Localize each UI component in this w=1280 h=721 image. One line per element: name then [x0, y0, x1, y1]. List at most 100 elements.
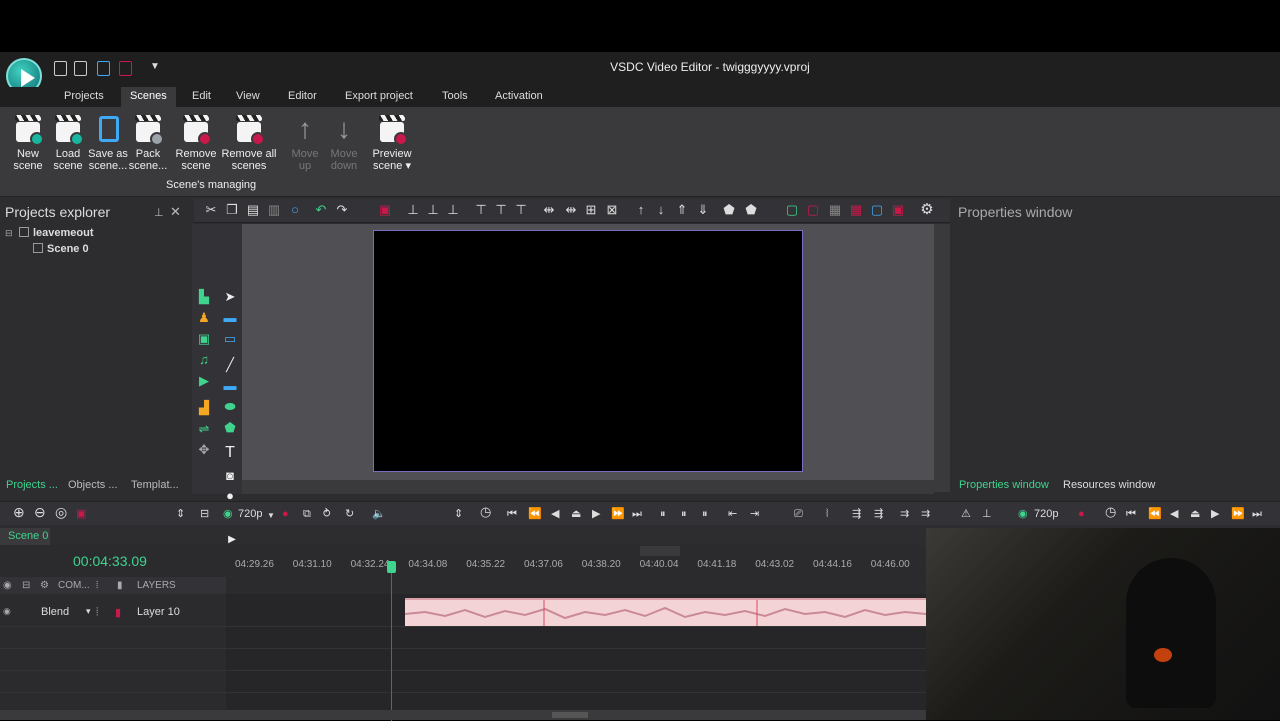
- grid-icon[interactable]: ▦: [828, 203, 842, 217]
- pointer-icon[interactable]: ➤: [223, 290, 237, 304]
- align-bottom-icon[interactable]: ⊤: [514, 203, 528, 217]
- timeline-horizontal-scrollbar[interactable]: [0, 710, 926, 720]
- rotate-icon[interactable]: ↻: [345, 508, 354, 520]
- go-start-icon-2[interactable]: ⏮: [1126, 508, 1136, 520]
- pack-scene-button[interactable]: Pack scene...: [128, 114, 168, 172]
- select-all-icon[interactable]: ▣: [378, 203, 392, 217]
- distribute-v-icon[interactable]: ⇹: [564, 203, 578, 217]
- loop-icon[interactable]: ⥁: [323, 508, 331, 520]
- fit-icon[interactable]: ⊞: [584, 203, 598, 217]
- guides-icon[interactable]: ▢: [806, 203, 820, 217]
- rectangle-select-icon[interactable]: ▬: [223, 311, 237, 325]
- redo-icon[interactable]: ↷: [335, 203, 349, 217]
- marker-in-icon[interactable]: ⏸: [660, 508, 666, 520]
- markers-icon[interactable]: ▣: [891, 203, 905, 217]
- snap-icon[interactable]: ⇉: [900, 508, 909, 520]
- remove-icon[interactable]: ⊖: [34, 505, 46, 519]
- paste-icon[interactable]: ▤: [246, 203, 260, 217]
- tree-item-project[interactable]: leavemeout: [33, 227, 94, 239]
- collapse-icon[interactable]: ⊟: [5, 228, 13, 239]
- record-icon-2[interactable]: ●: [1078, 508, 1085, 520]
- stamp-icon[interactable]: ⊥: [982, 508, 992, 520]
- preview-mode-icon[interactable]: ⊟: [200, 508, 209, 520]
- menu-export-project[interactable]: Export project: [343, 90, 415, 102]
- stop-icon[interactable]: ⏏: [571, 508, 581, 520]
- remove-all-scenes-button[interactable]: Remove all scenes: [220, 114, 278, 172]
- toolbar-expand-icon-2[interactable]: ⇕: [454, 508, 463, 520]
- undo-icon[interactable]: ↶: [314, 203, 328, 217]
- chart-icon[interactable]: ▙: [197, 290, 211, 304]
- new-scene-button[interactable]: New scene: [8, 114, 48, 172]
- resolution-select-2[interactable]: 720p: [1034, 508, 1058, 520]
- playhead-line[interactable]: [391, 563, 392, 721]
- add-icon[interactable]: ⊕: [13, 505, 25, 519]
- rectangle-icon[interactable]: ▬: [223, 379, 237, 393]
- tab-resources[interactable]: Resources window: [1063, 479, 1155, 491]
- clock-icon[interactable]: ◷: [480, 505, 491, 518]
- move-down-button[interactable]: ↓ Move down: [326, 114, 362, 173]
- save-scene-button[interactable]: Save as scene...: [86, 114, 130, 172]
- effects-icon[interactable]: ⇌: [197, 422, 211, 436]
- scroll-thumb[interactable]: [552, 712, 588, 718]
- go-end-icon-2[interactable]: ⏭: [1252, 508, 1262, 520]
- next-marker-icon[interactable]: ⇥: [750, 508, 759, 520]
- layer-icon[interactable]: ▭: [223, 332, 237, 346]
- menu-projects[interactable]: Projects: [62, 90, 106, 102]
- volume-icon[interactable]: 🔈: [372, 508, 386, 520]
- audio-icon[interactable]: ♫: [197, 353, 211, 367]
- align-left-icon[interactable]: ⊥: [406, 203, 420, 217]
- layout-icon[interactable]: ⇉: [921, 508, 930, 520]
- record-icon[interactable]: ▣: [76, 508, 86, 520]
- tab-scene-0[interactable]: Scene 0: [0, 528, 50, 545]
- shapes-icon[interactable]: ⬟: [722, 203, 736, 217]
- tab-properties[interactable]: Properties window: [959, 479, 1049, 491]
- settings-icon-header[interactable]: ⚙: [40, 580, 49, 591]
- grid-snap-icon[interactable]: ▢: [785, 203, 799, 217]
- send-to-back-icon[interactable]: ⇓: [696, 203, 710, 217]
- bring-to-front-icon[interactable]: ⇑: [675, 203, 689, 217]
- pin-icon[interactable]: ⊥: [154, 206, 164, 219]
- toolbar-expand-icon[interactable]: ⇕: [176, 508, 185, 520]
- border-icon[interactable]: ▢: [870, 203, 884, 217]
- eye-icon[interactable]: ◉: [223, 508, 233, 520]
- freeform-icon[interactable]: ⬟: [223, 421, 237, 435]
- waveform-icon[interactable]: ⦙: [96, 580, 98, 591]
- cut-icon[interactable]: ✂: [204, 203, 218, 217]
- stretch-icon[interactable]: ⊠: [605, 203, 619, 217]
- close-icon[interactable]: ✕: [170, 204, 181, 220]
- timeline-zoom-icon[interactable]: ⦚: [826, 508, 828, 520]
- image-icon[interactable]: ▣: [197, 332, 211, 346]
- layer-type-icon[interactable]: ▮: [117, 580, 123, 591]
- distribute-h-icon[interactable]: ⇹: [542, 203, 556, 217]
- scene-preview[interactable]: [373, 230, 803, 472]
- remove-scene-button[interactable]: Remove scene: [174, 114, 218, 172]
- menu-edit[interactable]: Edit: [190, 90, 213, 102]
- stop-icon-2[interactable]: ⏏: [1190, 508, 1200, 520]
- layer-color-icon[interactable]: ▮: [115, 606, 121, 619]
- distribute-timeline-icon[interactable]: ⇶: [874, 508, 883, 520]
- snapshot-icon[interactable]: ⎚: [794, 508, 803, 520]
- spectrum-icon[interactable]: ▟: [197, 401, 211, 415]
- blend-mode-select[interactable]: Blend: [41, 606, 69, 618]
- settings-gear-icon[interactable]: ⚙: [920, 202, 934, 217]
- resolution-select[interactable]: 720p: [238, 508, 262, 520]
- align-center-icon[interactable]: ⊥: [426, 203, 440, 217]
- fast-forward-icon[interactable]: ⏩: [611, 508, 625, 520]
- lock-icon[interactable]: ⊟: [22, 580, 30, 591]
- chevron-down-icon[interactable]: ▼: [267, 510, 275, 522]
- split-icon[interactable]: ⧉: [303, 508, 311, 520]
- marker-out-icon[interactable]: ⏸: [702, 508, 708, 520]
- audio-mix-icon[interactable]: ◎: [55, 505, 67, 519]
- safe-area-icon[interactable]: ▦: [849, 203, 863, 217]
- align-middle-icon[interactable]: ⊤: [494, 203, 508, 217]
- play-icon-2[interactable]: ▶: [1211, 508, 1219, 520]
- rewind-icon-2[interactable]: ⏪: [1148, 508, 1162, 520]
- bring-forward-icon[interactable]: ↑: [634, 203, 648, 217]
- subtitles-icon[interactable]: ◙: [223, 469, 237, 483]
- copy-icon[interactable]: ❐: [225, 203, 239, 217]
- go-start-icon[interactable]: ⏮: [507, 508, 517, 520]
- go-end-icon[interactable]: ⏭: [632, 508, 642, 520]
- record-cursor-icon[interactable]: ●: [282, 508, 289, 520]
- tab-objects[interactable]: Objects ...: [68, 479, 118, 491]
- line-icon[interactable]: ╱: [223, 358, 237, 372]
